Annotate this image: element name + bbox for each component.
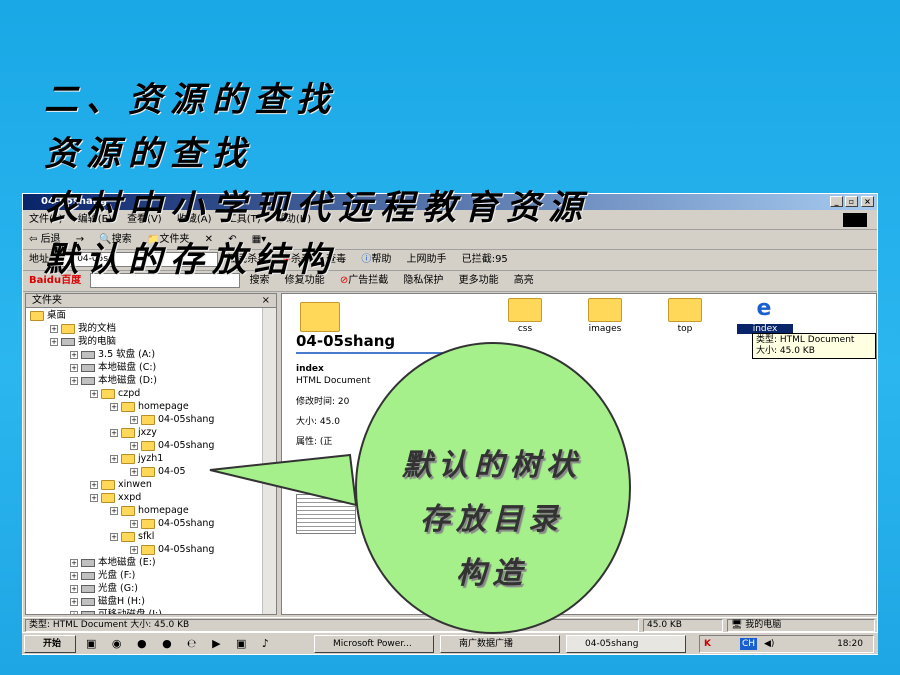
slide-line-resources: 农村中小学现代远程教育资源 xyxy=(44,188,590,228)
slide-heading: 二、资源的查找 xyxy=(44,80,338,120)
callout-line-2: 存放目录 xyxy=(420,502,564,537)
callout-line-3: 构造 xyxy=(456,556,528,591)
slide-line-structure: 默认的存放结构 xyxy=(44,240,338,280)
callout-line-1: 默认的树状 xyxy=(402,448,582,483)
callout-pointer xyxy=(209,453,358,507)
slide-subheading: 资源的查找 xyxy=(44,134,254,174)
